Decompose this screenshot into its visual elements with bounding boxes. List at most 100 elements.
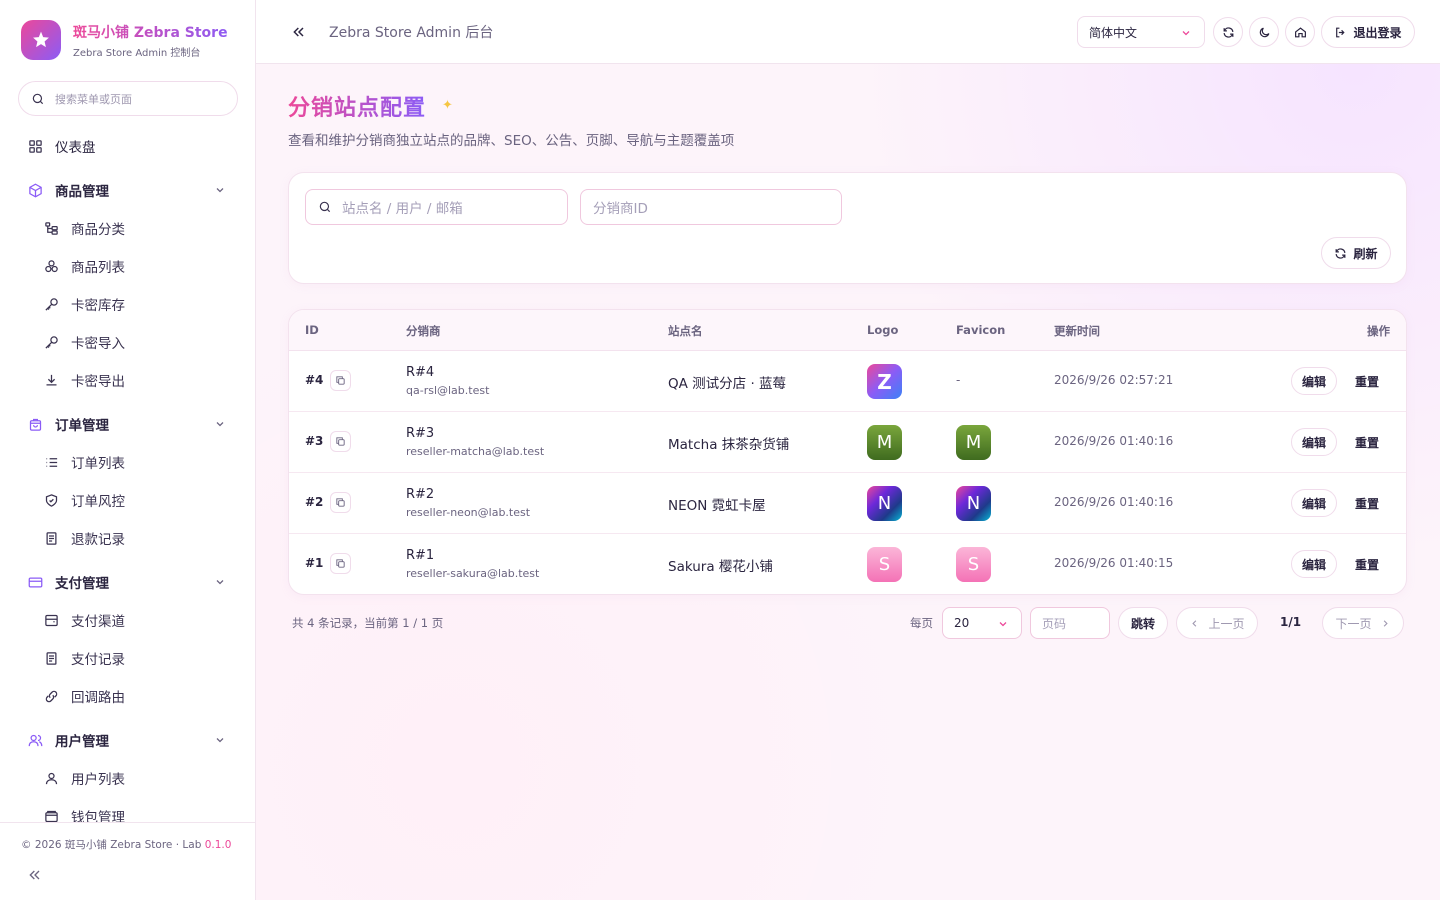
wallet-icon	[45, 614, 58, 626]
wallet-icon	[45, 810, 58, 822]
site-favicon: N	[956, 486, 991, 521]
reseller-name: R#4	[406, 365, 435, 380]
reseller-id-placeholder: 分销商ID	[593, 201, 648, 217]
version-badge: 0.1.0	[204, 839, 232, 851]
top-header: Zebra Store Admin 后台 简体中文 退出登录	[256, 0, 1440, 64]
row-id: #3	[305, 434, 324, 448]
logout-button[interactable]: 退出登录	[1321, 16, 1415, 48]
chevron-down-icon	[216, 188, 224, 193]
updated-time: 2026/9/26 01:40:15	[1054, 556, 1174, 570]
brand[interactable]: 斑马小铺 Zebra Store Zebra Store Admin 控制台	[21, 20, 233, 60]
jump-button[interactable]: 跳转	[1118, 607, 1168, 639]
logout-label: 退出登录	[1353, 25, 1402, 40]
site-name: QA 测试分店 · 蓝莓	[668, 376, 787, 392]
copy-id-button[interactable]	[330, 553, 351, 574]
theme-toggle-button[interactable]	[1249, 17, 1279, 47]
page-number-input[interactable]: 页码	[1030, 607, 1110, 639]
sidebar-group-users[interactable]: 用户管理	[28, 722, 228, 758]
double-chevron-left-icon[interactable]	[291, 24, 307, 40]
chevron-down-icon	[1182, 31, 1190, 36]
per-page-value: 20	[954, 616, 970, 630]
updated-time: 2026/9/26 01:40:16	[1054, 434, 1174, 448]
row-id: #1	[305, 556, 324, 570]
site-search-input[interactable]: 站点名 / 用户 / 邮箱	[305, 189, 568, 225]
language-value: 简体中文	[1089, 25, 1138, 40]
sidebar-item-payment-channels[interactable]: 支付渠道	[44, 602, 234, 638]
reseller-id-input[interactable]: 分销商ID	[580, 189, 842, 225]
sidebar-group-payments[interactable]: 支付管理	[28, 564, 228, 600]
copy-id-button[interactable]	[330, 370, 351, 391]
refresh-button[interactable]: 刷新	[1321, 237, 1391, 269]
home-button[interactable]	[1285, 17, 1315, 47]
collapse-sidebar-icon[interactable]	[27, 867, 43, 883]
next-page-button[interactable]: 下一页	[1322, 607, 1404, 639]
table-row: #3 R#3 reseller-matcha@lab.test Matcha 抹…	[289, 412, 1406, 473]
reseller-email: qa-rsl@lab.test	[406, 384, 490, 397]
sidebar-item-refunds[interactable]: 退款记录	[44, 520, 234, 556]
reseller-email: reseller-sakura@lab.test	[406, 567, 540, 580]
refresh-label: 刷新	[1353, 246, 1378, 261]
sidebar-item-card-stock[interactable]: 卡密库存	[44, 286, 234, 322]
sidebar-item-payment-records[interactable]: 支付记录	[44, 640, 234, 676]
document-icon	[46, 531, 57, 545]
language-select[interactable]: 简体中文	[1077, 16, 1205, 48]
reseller-email: reseller-neon@lab.test	[406, 506, 531, 519]
link-icon	[45, 690, 58, 702]
sidebar-footer: © 2026 斑马小铺 Zebra Store · Lab 0.1.0	[0, 822, 255, 900]
dashboard-icon	[29, 139, 42, 153]
reset-button[interactable]: 重置	[1355, 556, 1379, 573]
row-id: #4	[305, 373, 324, 387]
copy-id-button[interactable]	[330, 431, 351, 452]
sidebar-item-order-list[interactable]: 订单列表	[44, 444, 234, 480]
reset-button[interactable]: 重置	[1355, 373, 1379, 390]
prev-page-button[interactable]: 上一页	[1176, 607, 1258, 639]
sidebar-item-card-import[interactable]: 卡密导入	[44, 324, 234, 360]
chevron-down-icon	[216, 738, 224, 743]
logout-icon	[1336, 27, 1346, 37]
sidebar-group-products[interactable]: 商品管理	[28, 172, 228, 208]
reset-button[interactable]: 重置	[1355, 434, 1379, 451]
credit-card-icon	[28, 577, 43, 587]
sidebar-item-label: 商品列表	[71, 260, 125, 276]
refresh-page-button[interactable]	[1213, 17, 1243, 47]
column-header: ID	[305, 323, 319, 337]
per-page-select[interactable]: 20	[942, 607, 1022, 639]
updated-time: 2026/9/26 01:40:16	[1054, 495, 1174, 509]
sidebar-item-wallet[interactable]: 钱包管理	[44, 798, 234, 822]
key-icon	[45, 297, 58, 311]
sidebar-item-user-list[interactable]: 用户列表	[44, 760, 234, 796]
sidebar-item-label: 卡密库存	[71, 298, 125, 314]
sidebar-item-callback-routes[interactable]: 回调路由	[44, 678, 234, 714]
sparkle-icon: ✦	[442, 98, 453, 113]
sidebar-search-input[interactable]: 搜索菜单或页面	[18, 81, 238, 116]
chevron-left-icon	[1192, 619, 1197, 627]
sidebar-item-label: 退款记录	[71, 532, 125, 548]
updated-time: 2026/9/26 02:57:21	[1054, 373, 1174, 387]
sidebar-group-label: 商品管理	[55, 184, 109, 200]
copy-id-button[interactable]	[330, 492, 351, 513]
prev-page-label: 上一页	[1208, 616, 1245, 631]
edit-button[interactable]: 编辑	[1291, 550, 1337, 578]
edit-button[interactable]: 编辑	[1291, 489, 1337, 517]
table-row: #2 R#2 reseller-neon@lab.test NEON 霓虹卡屋 …	[289, 473, 1406, 534]
sidebar-item-order-risk[interactable]: 订单风控	[44, 482, 234, 518]
edit-button[interactable]: 编辑	[1291, 367, 1337, 395]
sidebar-item-dashboard[interactable]: 仪表盘	[28, 128, 228, 164]
boxes-icon	[45, 259, 58, 272]
site-logo: N	[867, 486, 902, 521]
copyright-text: © 2026 斑马小铺 Zebra Store · Lab	[21, 839, 202, 851]
sidebar-item-label: 仪表盘	[55, 140, 96, 156]
sidebar-item-categories[interactable]: 商品分类	[44, 210, 234, 246]
refresh-icon	[1336, 247, 1346, 259]
site-name: Sakura 樱花小铺	[668, 559, 773, 575]
sidebar-item-product-list[interactable]: 商品列表	[44, 248, 234, 284]
users-icon	[28, 734, 43, 746]
sidebar-group-orders[interactable]: 订单管理	[28, 406, 228, 442]
reset-button[interactable]: 重置	[1355, 495, 1379, 512]
home-icon	[1294, 26, 1306, 37]
sidebar-item-card-export[interactable]: 卡密导出	[44, 362, 234, 398]
edit-button[interactable]: 编辑	[1291, 428, 1337, 456]
document-icon	[46, 651, 57, 665]
column-header: 操作	[1367, 324, 1390, 338]
site-logo: Z	[867, 364, 902, 399]
